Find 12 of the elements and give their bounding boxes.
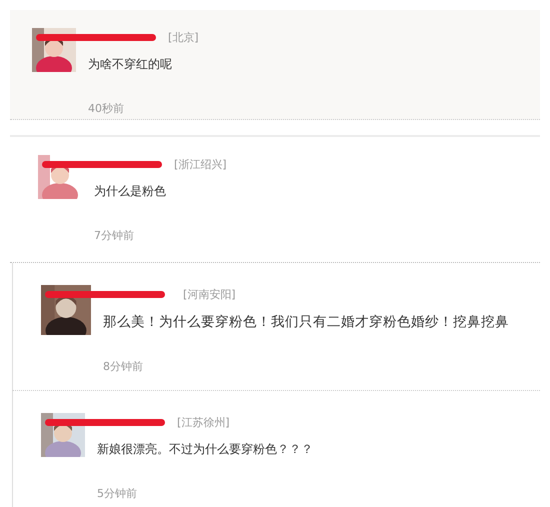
location-label: [浙江绍兴] [174,156,227,172]
timestamp: 7分钟前 [94,228,135,243]
comment-text: 新娘很漂亮。不过为什么要穿粉色？？？ [97,441,313,458]
comment-text: 为啥不穿红的呢 [88,56,173,73]
timestamp: 40秒前 [88,101,125,116]
comment-text: 那么美！为什么要穿粉色！我们只有二婚才穿粉色婚纱！挖鼻挖鼻 [103,313,509,331]
location-label: [江苏徐州] [177,414,230,430]
comment-text: 为什么是粉色 [94,183,167,200]
timestamp: 5分钟前 [97,486,138,501]
location-label: [北京] [168,30,199,44]
timestamp: 8分钟前 [103,359,144,374]
location-label: [河南安阳] [183,286,236,302]
